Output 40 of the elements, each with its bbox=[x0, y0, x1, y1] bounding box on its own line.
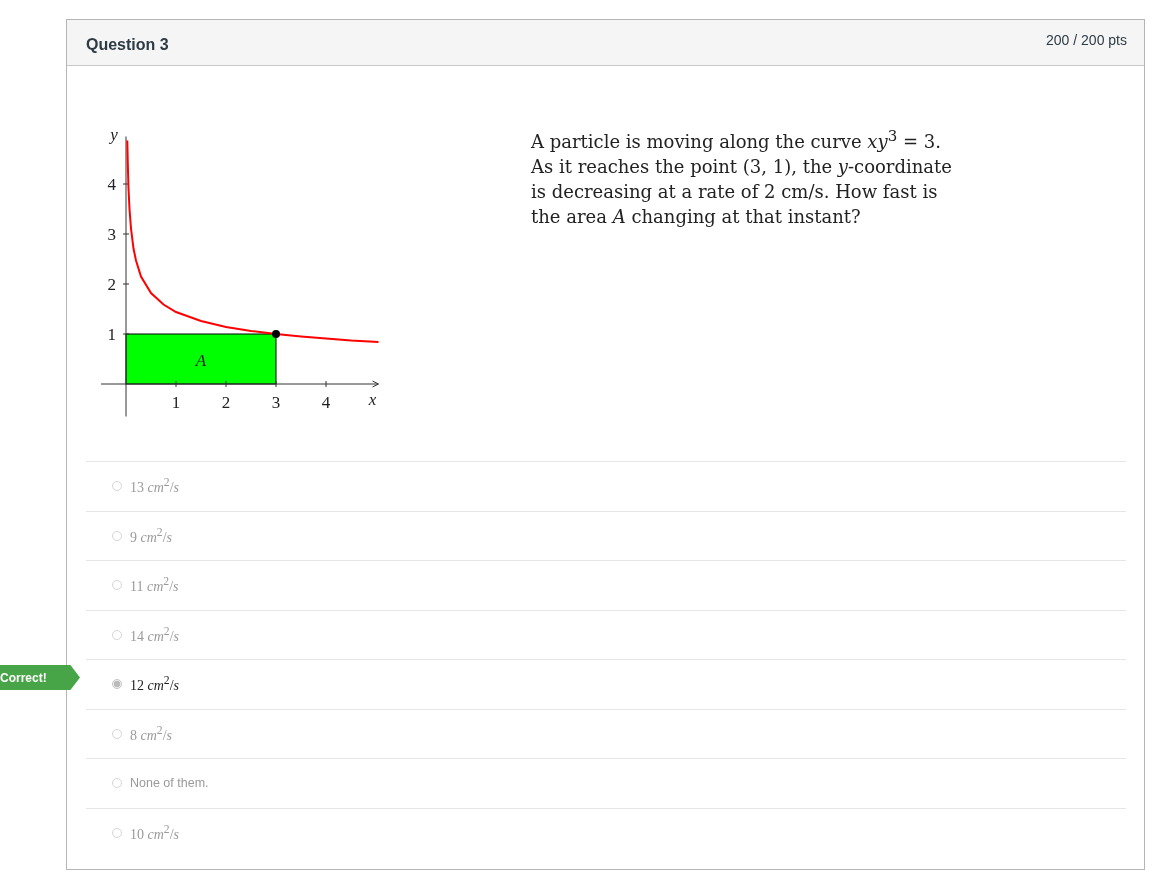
radio-button[interactable] bbox=[112, 778, 122, 789]
tick-mark bbox=[122, 183, 130, 185]
score-label: 200 / 200 pts bbox=[1046, 32, 1127, 50]
point-marker bbox=[272, 330, 280, 338]
answer-option[interactable]: 11 cm$^{2}$/s bbox=[130, 575, 179, 596]
radio-button[interactable] bbox=[112, 728, 122, 739]
tick-mark bbox=[122, 333, 130, 335]
tick-mark bbox=[225, 380, 227, 388]
x-tick-label: 1 bbox=[171, 393, 181, 412]
answer-option[interactable]: None of them. bbox=[130, 776, 209, 791]
answer-option[interactable]: 10 cm$^{2}$/s bbox=[130, 822, 179, 843]
y-tick-label: 2 bbox=[107, 275, 116, 294]
answer-option[interactable]: 9 cm$^{2}$/s bbox=[130, 525, 172, 546]
x-tick-label: 3 bbox=[271, 393, 281, 412]
radio-button[interactable] bbox=[112, 629, 122, 640]
radio-button[interactable] bbox=[112, 679, 122, 690]
correct-flag: Correct! bbox=[0, 665, 80, 690]
y-tick-label: 3 bbox=[107, 225, 116, 244]
tick-mark bbox=[325, 380, 327, 388]
radio-button[interactable] bbox=[112, 530, 122, 541]
answer-option[interactable]: 14 cm$^{2}$/s bbox=[130, 624, 179, 645]
tick-mark bbox=[275, 380, 277, 388]
answer-option[interactable]: 13 cm$^{2}$/s bbox=[130, 476, 179, 497]
answer-option[interactable]: 8 cm$^{2}$/s bbox=[130, 723, 172, 744]
area-label: A bbox=[195, 351, 207, 370]
tick-mark bbox=[122, 233, 130, 235]
x-tick-label: 2 bbox=[221, 393, 231, 412]
x-tick-label: 4 bbox=[321, 393, 331, 412]
y-tick-label: 1 bbox=[107, 325, 116, 344]
x-axis-label: x bbox=[368, 390, 377, 409]
radio-button[interactable] bbox=[112, 827, 122, 838]
tick-mark bbox=[122, 283, 130, 285]
radio-button[interactable] bbox=[112, 481, 122, 492]
question-text: A particle is moving along the curve xy$^{3}$ = 3. As it reaches the point (3, 1), the y-coordinate is decreasing at a rate of 2 cm/s. How fast is the area A changing at that instant? bbox=[531, 126, 953, 229]
y-tick-label: 4 bbox=[107, 175, 116, 194]
answer-option[interactable]: 12 cm$^{2}$/s bbox=[130, 674, 179, 695]
question-title: Question 3 bbox=[86, 36, 169, 55]
radio-button[interactable] bbox=[112, 580, 122, 591]
tick-mark bbox=[175, 380, 177, 388]
y-axis-label: y bbox=[110, 124, 118, 144]
